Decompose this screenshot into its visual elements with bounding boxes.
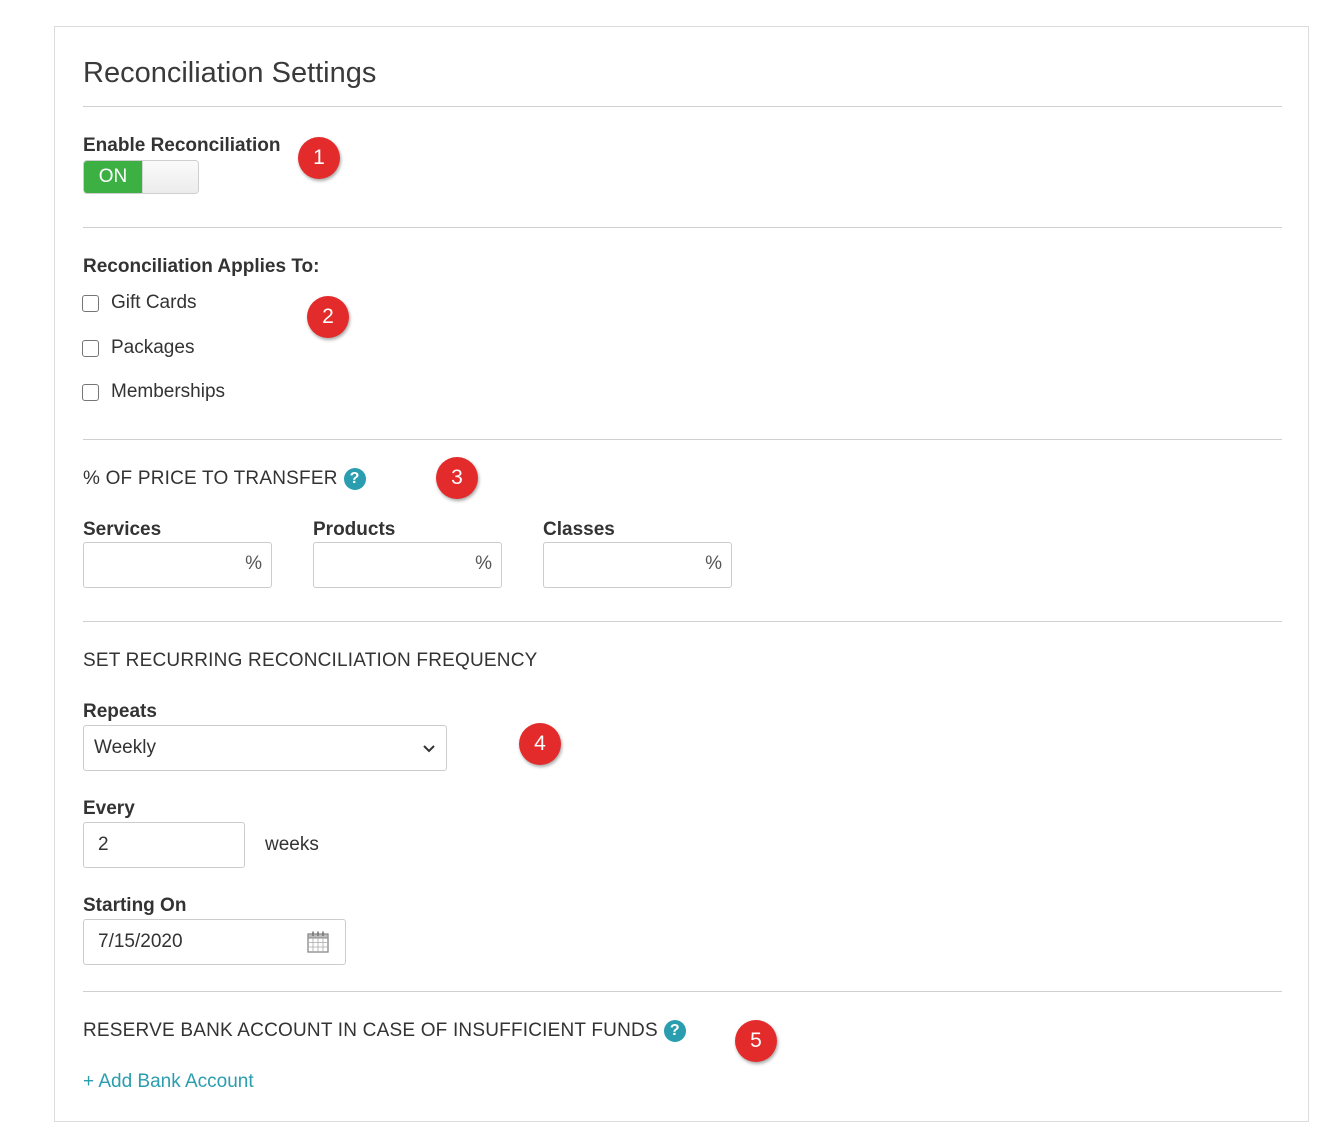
divider	[83, 621, 1282, 622]
gift-cards-checkbox[interactable]	[82, 294, 99, 312]
callout-badge-3: 3	[436, 457, 478, 499]
calendar-icon[interactable]	[306, 930, 330, 954]
toggle-on-text: ON	[84, 161, 142, 193]
price-transfer-heading: % OF PRICE TO TRANSFER?	[83, 468, 366, 490]
repeats-label: Repeats	[83, 701, 157, 722]
divider	[83, 106, 1282, 107]
divider	[83, 991, 1282, 992]
callout-badge-1: 1	[298, 137, 340, 179]
every-label: Every	[83, 798, 135, 819]
enable-reconciliation-label: Enable Reconciliation	[83, 135, 281, 156]
divider	[83, 227, 1282, 228]
memberships-label: Memberships	[111, 381, 226, 402]
starting-on-value: 7/15/2020	[98, 931, 183, 952]
packages-label: Packages	[111, 337, 195, 358]
question-circle-icon[interactable]: ?	[663, 1020, 686, 1042]
starting-on-label: Starting On	[83, 895, 187, 916]
checkbox-packages[interactable]: Packages	[82, 336, 194, 360]
repeats-select[interactable]: Weekly	[83, 725, 447, 771]
frequency-heading: SET RECURRING RECONCILIATION FREQUENCY	[83, 650, 538, 671]
question-circle-icon[interactable]: ?	[343, 468, 366, 490]
percent-sign: %	[245, 553, 262, 574]
price-transfer-heading-text: % OF PRICE TO TRANSFER	[83, 468, 338, 490]
every-unit: weeks	[265, 834, 319, 855]
chevron-down-icon	[423, 745, 435, 753]
checkbox-gift-cards[interactable]: Gift Cards	[82, 291, 197, 315]
percent-sign: %	[475, 553, 492, 574]
every-input[interactable]: 2	[83, 822, 245, 868]
products-label: Products	[313, 519, 396, 540]
callout-badge-2: 2	[307, 296, 349, 338]
products-percent-input[interactable]: %	[313, 542, 502, 588]
checkbox-memberships[interactable]: Memberships	[82, 380, 225, 404]
starting-on-date-input[interactable]: 7/15/2020	[83, 919, 346, 965]
gift-cards-label: Gift Cards	[111, 292, 197, 313]
classes-percent-input[interactable]: %	[543, 542, 732, 588]
page-title: Reconciliation Settings	[83, 57, 377, 89]
repeats-selected-value: Weekly	[94, 737, 156, 758]
every-value: 2	[98, 834, 109, 855]
reserve-heading: RESERVE BANK ACCOUNT IN CASE OF INSUFFIC…	[83, 1020, 686, 1042]
enable-reconciliation-toggle[interactable]: ON	[83, 160, 199, 194]
applies-to-label: Reconciliation Applies To:	[83, 256, 320, 277]
add-bank-account-link[interactable]: + Add Bank Account	[83, 1071, 254, 1093]
divider	[83, 439, 1282, 440]
percent-sign: %	[705, 553, 722, 574]
reserve-heading-text: RESERVE BANK ACCOUNT IN CASE OF INSUFFIC…	[83, 1020, 658, 1042]
reconciliation-settings-panel: Reconciliation Settings Enable Reconcili…	[54, 26, 1309, 1122]
callout-badge-4: 4	[519, 723, 561, 765]
memberships-checkbox[interactable]	[82, 383, 99, 401]
services-percent-input[interactable]: %	[83, 542, 272, 588]
packages-checkbox[interactable]	[82, 339, 99, 357]
services-label: Services	[83, 519, 162, 540]
toggle-knob	[142, 161, 198, 193]
classes-label: Classes	[543, 519, 615, 540]
callout-badge-5: 5	[735, 1020, 777, 1062]
